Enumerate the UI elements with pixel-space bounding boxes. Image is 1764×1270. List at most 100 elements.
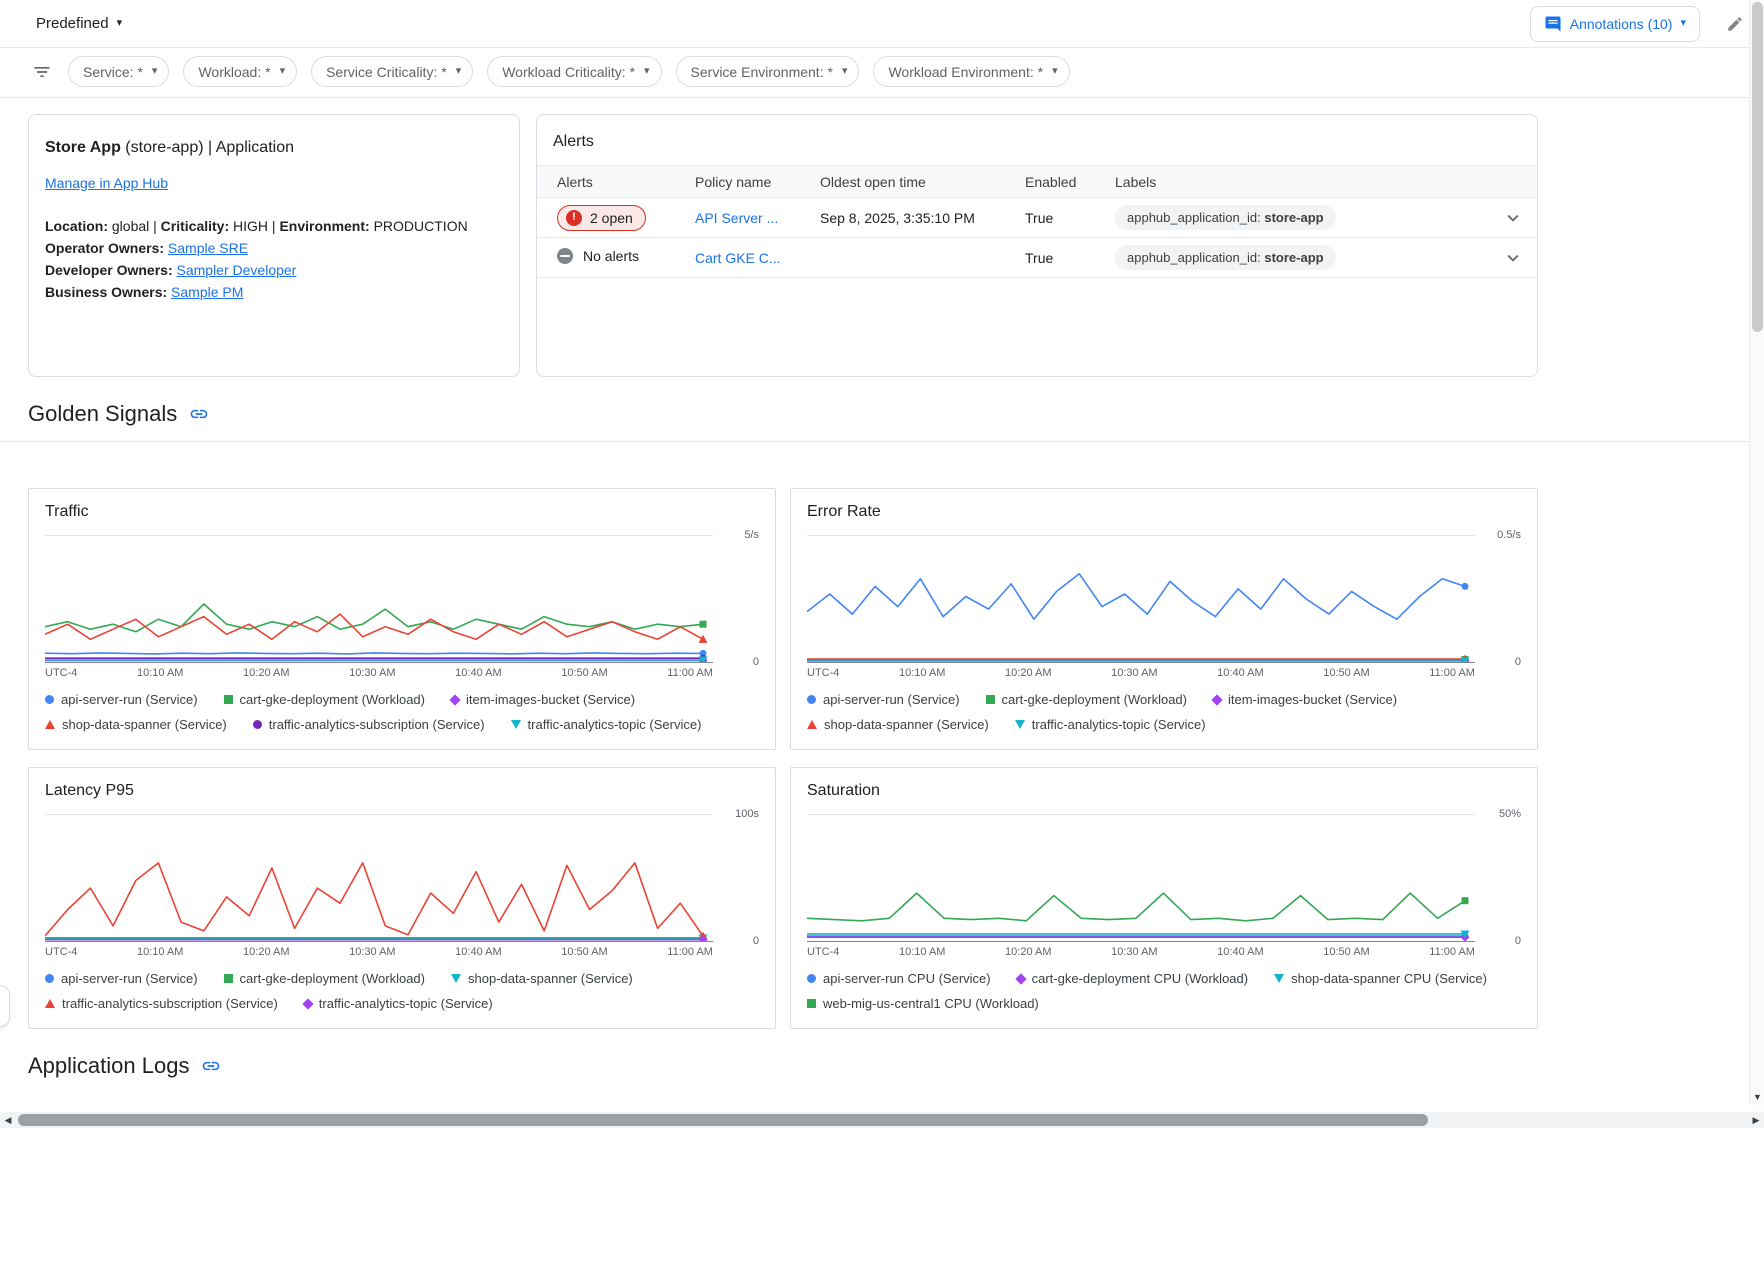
series-marker-square	[224, 974, 233, 983]
scroll-right-arrow[interactable]: ▶	[1748, 1115, 1764, 1126]
series-marker-circle	[807, 974, 816, 983]
error-rate-chart[interactable]	[807, 535, 1475, 663]
filter-chip-2[interactable]: Service Criticality: *▾	[311, 56, 473, 87]
x-tick-label: 10:40 AM	[455, 667, 501, 679]
side-panel-handle[interactable]	[0, 985, 10, 1027]
legend-item: traffic-analytics-subscription (Service)	[253, 717, 485, 732]
series-marker-diamond	[1211, 694, 1222, 705]
filter-chip-4[interactable]: Service Environment: * ▾	[676, 56, 860, 87]
alert-row: No alerts Cart GKE C... True apphub_applica…	[537, 238, 1537, 278]
series-marker-triangle-up	[807, 720, 817, 729]
label-key: apphub_application_id:	[1127, 210, 1264, 225]
no-alerts-indicator: No alerts	[557, 248, 639, 264]
annotations-label: Annotations (10)	[1570, 16, 1673, 32]
column-header: Policy name	[687, 174, 812, 190]
scroll-left-arrow[interactable]: ◀	[0, 1115, 16, 1126]
chart-title: Saturation	[807, 782, 1521, 800]
filter-chip-label: Workload Environment: *	[888, 64, 1043, 80]
manage-in-app-hub-link[interactable]: Manage in App Hub	[45, 175, 168, 191]
chart-legend: api-server-run CPU (Service)cart-gke-dep…	[807, 971, 1521, 1011]
section-link-icon[interactable]	[189, 404, 209, 424]
x-tick-label: 11:00 AM	[667, 667, 713, 679]
meta-label: Environment:	[279, 218, 369, 234]
legend-item: item-images-bucket (Service)	[451, 692, 635, 707]
x-tick-label: 10:30 AM	[349, 946, 395, 958]
x-tick-label: 10:30 AM	[1111, 946, 1157, 958]
alert-status-cell: !2 open	[537, 205, 687, 231]
section-title: Golden Signals	[28, 401, 177, 427]
golden-signals-section-header: Golden Signals	[0, 377, 1764, 442]
filter-chip-1[interactable]: Workload: *▾	[183, 56, 297, 87]
annotation-icon	[1544, 15, 1562, 33]
view-selector-dropdown[interactable]: Predefined ▾	[36, 15, 122, 32]
labels-cell: apphub_application_id: store-app	[1107, 205, 1489, 230]
label-chip: apphub_application_id: store-app	[1115, 245, 1336, 270]
edit-button[interactable]	[1720, 9, 1750, 39]
x-axis-ticks: UTC-410:10 AM10:20 AM10:30 AM10:40 AM10:…	[807, 667, 1475, 679]
filter-chip-label: Service Environment: *	[691, 64, 833, 80]
owner-link[interactable]: Sample SRE	[168, 240, 248, 256]
series-marker-triangle-up	[45, 999, 55, 1008]
application-info-card: Store App (store-app) | Application Mana…	[28, 114, 520, 377]
legend-item: traffic-analytics-topic (Service)	[304, 996, 493, 1011]
scroll-down-arrow[interactable]: ▼	[1750, 1090, 1764, 1104]
section-title: Application Logs	[28, 1053, 189, 1079]
horizontal-scrollbar-thumb[interactable]	[18, 1114, 1428, 1126]
chart-legend: api-server-run (Service) cart-gke-deploym…	[45, 971, 759, 1011]
series-label: cart-gke-deployment CPU (Workload)	[1032, 971, 1249, 986]
chart-card-saturation: Saturation 50% 0 UTC-410:10 AM10:20 AM10…	[790, 767, 1538, 1029]
section-link-icon[interactable]	[201, 1056, 221, 1076]
open-alerts-badge[interactable]: !2 open	[557, 205, 646, 231]
series-marker-diamond	[1015, 973, 1026, 984]
owner-label: Business Owners:	[45, 284, 171, 300]
series-label: shop-data-spanner (Service)	[468, 971, 633, 986]
series-label: api-server-run (Service)	[61, 971, 198, 986]
series-label: shop-data-spanner (Service)	[62, 717, 227, 732]
vertical-scrollbar-thumb[interactable]	[1752, 2, 1763, 332]
y-zero-label: 0	[1479, 935, 1521, 947]
chart-canvas	[45, 815, 713, 941]
chart-canvas	[45, 536, 713, 662]
enabled-value: True	[1017, 250, 1107, 266]
filter-chip-5[interactable]: Workload Environment: * ▾	[873, 56, 1069, 87]
chevron-down-icon: ▾	[1048, 66, 1062, 77]
series-label: traffic-analytics-subscription (Service)	[269, 717, 485, 732]
chart-title: Traffic	[45, 503, 759, 521]
series-marker-diamond	[302, 998, 313, 1009]
plot-area: 50% 0 UTC-410:10 AM10:20 AM10:30 AM10:40…	[807, 814, 1521, 958]
legend-item: cart-gke-deployment (Workload)	[224, 971, 425, 986]
expand-row-button[interactable]	[1489, 207, 1537, 229]
legend-item: cart-gke-deployment (Workload)	[986, 692, 1187, 707]
x-tick-label: 10:10 AM	[137, 946, 183, 958]
policy-name-link[interactable]: API Server ...	[695, 210, 778, 226]
series-marker-square	[986, 695, 995, 704]
filter-chip-label: Workload Criticality: *	[502, 64, 635, 80]
vertical-scrollbar[interactable]: ▼	[1749, 0, 1764, 1105]
horizontal-scrollbar-track[interactable]	[16, 1112, 1748, 1128]
series-label: traffic-analytics-subscription (Service)	[62, 996, 278, 1011]
chart-card-traffic: Traffic 5/s 0 UTC-410:10 AM10:20 AM10:30…	[28, 488, 776, 750]
summary-row: Store App (store-app) | Application Mana…	[28, 114, 1538, 377]
y-zero-label: 0	[717, 935, 759, 947]
traffic-chart[interactable]	[45, 535, 713, 663]
alerts-table-header: AlertsPolicy nameOldest open timeEnabled…	[537, 165, 1537, 198]
x-tick-label: 10:50 AM	[1323, 946, 1369, 958]
expand-row-button[interactable]	[1489, 247, 1537, 269]
owner-link[interactable]: Sample PM	[171, 284, 243, 300]
policy-name-link[interactable]: Cart GKE C...	[695, 250, 781, 266]
app-monitoring-dashboard: Predefined ▾ Annotations (10) ▾ Service:…	[0, 0, 1764, 1093]
saturation-chart[interactable]	[807, 814, 1475, 942]
plot-area: 5/s 0 UTC-410:10 AM10:20 AM10:30 AM10:40…	[45, 535, 759, 679]
owner-link[interactable]: Sampler Developer	[177, 262, 297, 278]
filter-chip-3[interactable]: Workload Criticality: *▾	[487, 56, 661, 87]
series-label: traffic-analytics-topic (Service)	[1032, 717, 1206, 732]
annotations-button[interactable]: Annotations (10) ▾	[1530, 6, 1700, 42]
legend-item: cart-gke-deployment CPU (Workload)	[1017, 971, 1249, 986]
filter-chip-0[interactable]: Service: *▾	[68, 56, 169, 87]
x-tick-label: UTC-4	[45, 946, 77, 958]
chevron-down-icon: ▾	[838, 66, 852, 77]
horizontal-scrollbar[interactable]: ◀ ▶	[0, 1112, 1764, 1128]
no-alerts-icon	[557, 248, 573, 264]
filter-chips: Service: *▾ Workload: *▾ Service Criticali…	[68, 56, 1070, 87]
latency-p95-chart[interactable]	[45, 814, 713, 942]
